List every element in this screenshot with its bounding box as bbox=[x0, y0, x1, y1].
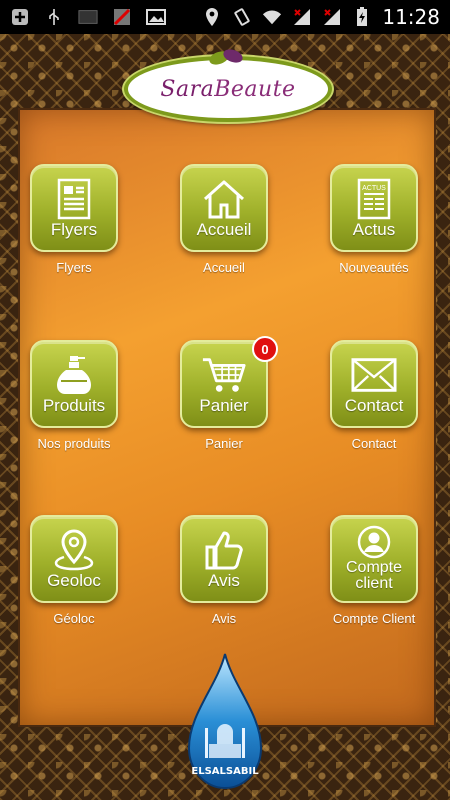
tile-actus: ACTUS Actus Nouveautés bbox=[324, 164, 424, 275]
tile-panier: Panier 0 Panier bbox=[174, 336, 278, 451]
cart-icon bbox=[201, 355, 247, 395]
cart-count-badge: 0 bbox=[252, 336, 278, 362]
thumbs-up-icon bbox=[201, 530, 247, 570]
status-bar: 11:28 bbox=[0, 0, 450, 34]
el-salsabil-drop-logo: ELSALSABIL bbox=[187, 653, 263, 790]
avis-caption[interactable]: Avis bbox=[174, 611, 274, 626]
photo-icon bbox=[146, 7, 166, 27]
tile-geoloc: Geoloc Géoloc bbox=[24, 515, 124, 626]
wifi-icon bbox=[262, 7, 282, 27]
envelope-icon bbox=[351, 355, 397, 395]
flyers-button[interactable]: Flyers bbox=[30, 164, 118, 252]
signal-x-icon bbox=[292, 7, 312, 27]
panier-button[interactable]: Panier 0 bbox=[180, 336, 278, 428]
flyers-caption[interactable]: Flyers bbox=[24, 260, 124, 275]
svg-text:ELSALSABIL: ELSALSABIL bbox=[191, 766, 259, 777]
accueil-label: Accueil bbox=[196, 220, 252, 239]
panier-label: Panier bbox=[199, 396, 249, 415]
plus-icon bbox=[10, 7, 30, 27]
home-icon bbox=[201, 179, 247, 219]
actus-caption[interactable]: Nouveautés bbox=[324, 260, 424, 275]
actus-label: Actus bbox=[352, 220, 396, 239]
tile-avis: Avis Avis bbox=[174, 515, 274, 626]
panier-caption[interactable]: Panier bbox=[174, 436, 274, 451]
geoloc-caption[interactable]: Géoloc bbox=[24, 611, 124, 626]
location-icon bbox=[202, 7, 222, 27]
geoloc-label: Geoloc bbox=[47, 571, 101, 590]
contact-caption[interactable]: Contact bbox=[324, 436, 424, 451]
compte-client-label: Compte client bbox=[345, 559, 403, 592]
news-icon: ACTUS bbox=[351, 178, 397, 220]
tile-contact: Contact Contact bbox=[324, 340, 424, 451]
map-pin-icon bbox=[51, 529, 97, 571]
tile-flyers: Flyers Flyers bbox=[24, 164, 124, 275]
produits-button[interactable]: Produits bbox=[30, 340, 118, 428]
produits-label: Produits bbox=[42, 396, 106, 415]
produits-caption[interactable]: Nos produits bbox=[24, 436, 124, 451]
contact-label: Contact bbox=[344, 396, 404, 415]
accueil-caption[interactable]: Accueil bbox=[174, 260, 274, 275]
document-icon bbox=[51, 178, 97, 220]
tile-accueil: Accueil Accueil bbox=[174, 164, 274, 275]
battery-charging-icon bbox=[352, 7, 372, 27]
compte-client-caption[interactable]: Compte Client bbox=[324, 611, 424, 626]
avis-label: Avis bbox=[208, 571, 240, 590]
avis-button[interactable]: Avis bbox=[180, 515, 268, 603]
actus-button[interactable]: ACTUS Actus bbox=[330, 164, 418, 252]
status-time: 11:28 bbox=[382, 5, 440, 29]
tile-produits: Produits Nos produits bbox=[24, 340, 124, 451]
vibrate-icon bbox=[232, 7, 252, 27]
leaf-icon bbox=[209, 49, 243, 65]
flyers-label: Flyers bbox=[50, 220, 98, 239]
no-signal-icon bbox=[112, 7, 132, 27]
contact-button[interactable]: Contact bbox=[330, 340, 418, 428]
svg-text:ACTUS: ACTUS bbox=[362, 185, 386, 192]
user-icon bbox=[351, 525, 397, 559]
tile-compte: Compte client Compte Client bbox=[324, 515, 424, 626]
brand-logo: SaraBeaute bbox=[124, 49, 332, 122]
geoloc-button[interactable]: Geoloc bbox=[30, 515, 118, 603]
signal-x-icon bbox=[322, 7, 342, 27]
compte-client-button[interactable]: Compte client bbox=[330, 515, 418, 603]
accueil-button[interactable]: Accueil bbox=[180, 164, 268, 252]
screen-icon bbox=[78, 7, 98, 27]
bottle-icon bbox=[51, 355, 97, 395]
logo-text: SaraBeaute bbox=[160, 76, 296, 102]
usb-icon bbox=[44, 7, 64, 27]
